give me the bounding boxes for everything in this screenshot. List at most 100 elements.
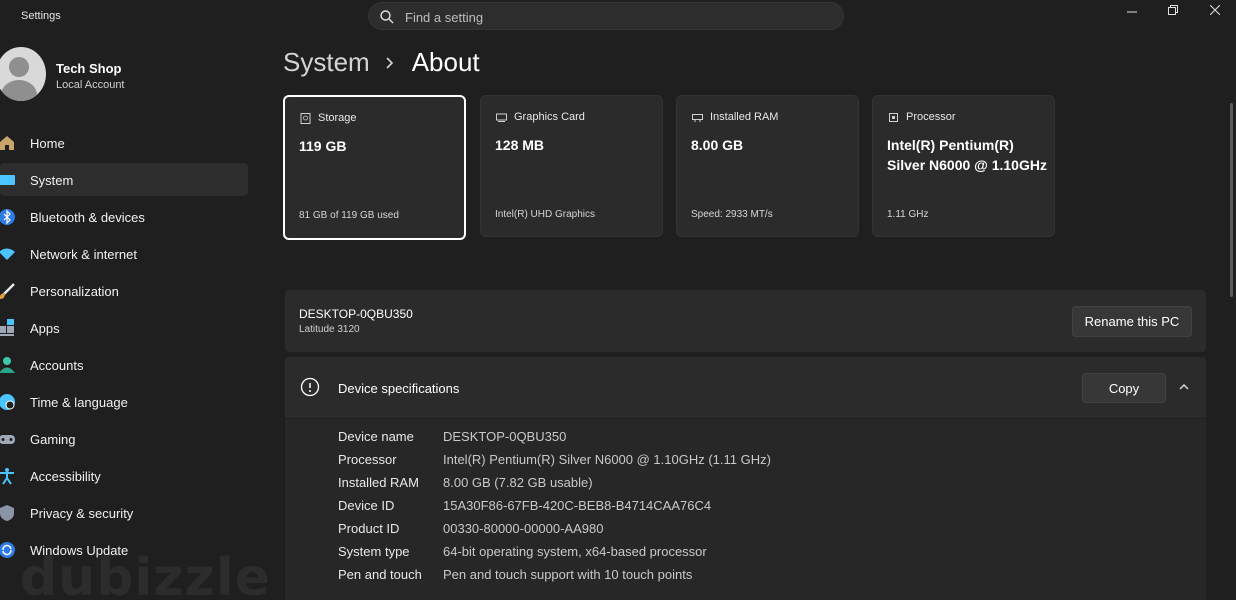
- bluetooth-icon: [0, 209, 15, 225]
- card-heading: Processor: [906, 111, 956, 123]
- shield-icon: [0, 505, 14, 521]
- chevron-right-icon: [386, 56, 393, 69]
- restore-icon: [1168, 5, 1178, 15]
- search-box[interactable]: [368, 2, 844, 30]
- sidebar-item-home[interactable]: Home: [0, 126, 248, 159]
- card-footer: 1.11 GHz: [887, 209, 929, 220]
- spec-value: 00330-80000-00000-AA980: [443, 521, 604, 536]
- sidebar-item-time-language[interactable]: Time & language: [0, 385, 248, 418]
- device-specs-title: Device specifications: [338, 381, 460, 396]
- breadcrumb: System About: [283, 47, 480, 78]
- ram-icon: [692, 114, 703, 122]
- sidebar-item-label: Network & internet: [30, 247, 137, 262]
- pc-name: DESKTOP-0QBU350: [299, 307, 413, 321]
- minimize-icon: [1127, 11, 1137, 13]
- sidebar-item-personalization[interactable]: Personalization: [0, 274, 248, 307]
- sidebar-item-windows-update[interactable]: Windows Update: [0, 533, 248, 566]
- device-specs-header[interactable]: Device specifications Copy: [285, 357, 1206, 418]
- spec-value: Pen and touch support with 10 touch poin…: [443, 567, 693, 582]
- home-icon: [0, 136, 14, 150]
- sidebar-item-label: Home: [30, 136, 65, 151]
- person-icon: [0, 357, 15, 373]
- maximize-button[interactable]: [1153, 0, 1193, 20]
- update-icon: [0, 542, 15, 558]
- title-bar: Settings: [0, 0, 1236, 34]
- card-heading: Installed RAM: [710, 111, 779, 123]
- accessibility-icon: [0, 468, 14, 485]
- sidebar-item-accounts[interactable]: Accounts: [0, 348, 248, 381]
- card-footer: 81 GB of 119 GB used: [299, 210, 399, 221]
- card-value: Intel(R) Pentium(R) Silver N6000 @ 1.10G…: [887, 137, 1047, 173]
- search-icon: [380, 10, 394, 24]
- spec-key: Processor: [338, 452, 397, 467]
- sidebar-item-label: Apps: [30, 321, 60, 336]
- sidebar-item-bluetooth[interactable]: Bluetooth & devices: [0, 200, 248, 233]
- sidebar-item-apps[interactable]: Apps: [0, 311, 248, 344]
- processor-icon: [889, 113, 898, 122]
- card-value: 119 GB: [299, 138, 347, 154]
- spec-key: Pen and touch: [338, 567, 422, 582]
- user-account-type: Local Account: [56, 79, 125, 91]
- avatar[interactable]: [0, 47, 46, 101]
- sidebar-item-label: Personalization: [30, 284, 119, 299]
- spec-key: Device ID: [338, 498, 395, 513]
- apps-icon: [0, 319, 14, 336]
- system-icon: [0, 175, 15, 185]
- scrollbar[interactable]: [1230, 103, 1233, 297]
- card-heading: Graphics Card: [514, 111, 585, 123]
- sidebar-item-label: System: [30, 173, 74, 188]
- sidebar-item-gaming[interactable]: Gaming: [0, 422, 248, 455]
- sidebar-item-label: Windows Update: [30, 543, 129, 558]
- spec-key: Installed RAM: [338, 475, 419, 490]
- spec-key: Product ID: [338, 521, 400, 536]
- sidebar-item-label: Time & language: [30, 395, 128, 410]
- card-value: 128 MB: [495, 137, 545, 153]
- spec-value: DESKTOP-0QBU350: [443, 429, 567, 444]
- device-specs-body: Device name DESKTOP-0QBU350 Processor In…: [285, 419, 1206, 600]
- card-value: 8.00 GB: [691, 137, 744, 153]
- card-footer: Speed: 2933 MT/s: [691, 209, 773, 220]
- storage-icon: [300, 113, 311, 124]
- copy-button[interactable]: Copy: [1082, 373, 1166, 403]
- sidebar-item-label: Gaming: [30, 432, 76, 447]
- sidebar-item-label: Accounts: [30, 358, 84, 373]
- sidebar-item-privacy[interactable]: Privacy & security: [0, 496, 248, 529]
- sidebar-item-label: Accessibility: [30, 469, 101, 484]
- sidebar-item-accessibility[interactable]: Accessibility: [0, 459, 248, 492]
- minimize-button[interactable]: [1112, 0, 1152, 20]
- sidebar-item-network[interactable]: Network & internet: [0, 237, 248, 270]
- spec-key: Device name: [338, 429, 414, 444]
- sidebar: Tech Shop Local Account Home System Blue…: [0, 34, 260, 600]
- sidebar-item-label: Bluetooth & devices: [30, 210, 145, 225]
- rename-pc-button[interactable]: Rename this PC: [1072, 306, 1192, 337]
- info-icon: [300, 377, 320, 397]
- chevron-up-icon[interactable]: [1178, 381, 1190, 393]
- card-graphics[interactable]: Graphics Card 128 MB Intel(R) UHD Graphi…: [480, 95, 663, 237]
- wifi-icon: [0, 248, 15, 260]
- graphics-card-icon: [496, 113, 507, 122]
- globe-clock-icon: [0, 394, 15, 410]
- spec-value: 15A30F86-67FB-420C-BEB8-B4714CAA76C4: [443, 498, 712, 513]
- breadcrumb-parent[interactable]: System: [283, 47, 370, 78]
- search-input[interactable]: [405, 7, 825, 27]
- nav-list: Home System Bluetooth & devices Network …: [0, 126, 260, 570]
- page-title: About: [411, 47, 480, 77]
- card-heading: Storage: [318, 112, 357, 124]
- card-ram[interactable]: Installed RAM 8.00 GB Speed: 2933 MT/s: [676, 95, 859, 237]
- close-icon: [1210, 5, 1220, 15]
- spec-value: Intel(R) Pentium(R) Silver N6000 @ 1.10G…: [443, 452, 771, 467]
- app-title: Settings: [21, 10, 61, 22]
- sidebar-item-system[interactable]: System: [0, 163, 248, 196]
- spec-value: 8.00 GB (7.82 GB usable): [443, 475, 593, 490]
- card-footer: Intel(R) UHD Graphics: [495, 209, 596, 220]
- avatar-head: [9, 57, 29, 77]
- pc-name-row: DESKTOP-0QBU350 Latitude 3120 Rename thi…: [285, 290, 1206, 352]
- user-name: Tech Shop: [56, 61, 122, 76]
- pc-model: Latitude 3120: [299, 324, 360, 335]
- close-button[interactable]: [1195, 0, 1235, 20]
- card-processor[interactable]: Processor Intel(R) Pentium(R) Silver N60…: [872, 95, 1055, 237]
- spec-value: 64-bit operating system, x64-based proce…: [443, 544, 707, 559]
- avatar-shoulders: [1, 80, 37, 101]
- card-storage[interactable]: Storage 119 GB 81 GB of 119 GB used: [283, 95, 466, 240]
- brush-icon: [0, 283, 15, 299]
